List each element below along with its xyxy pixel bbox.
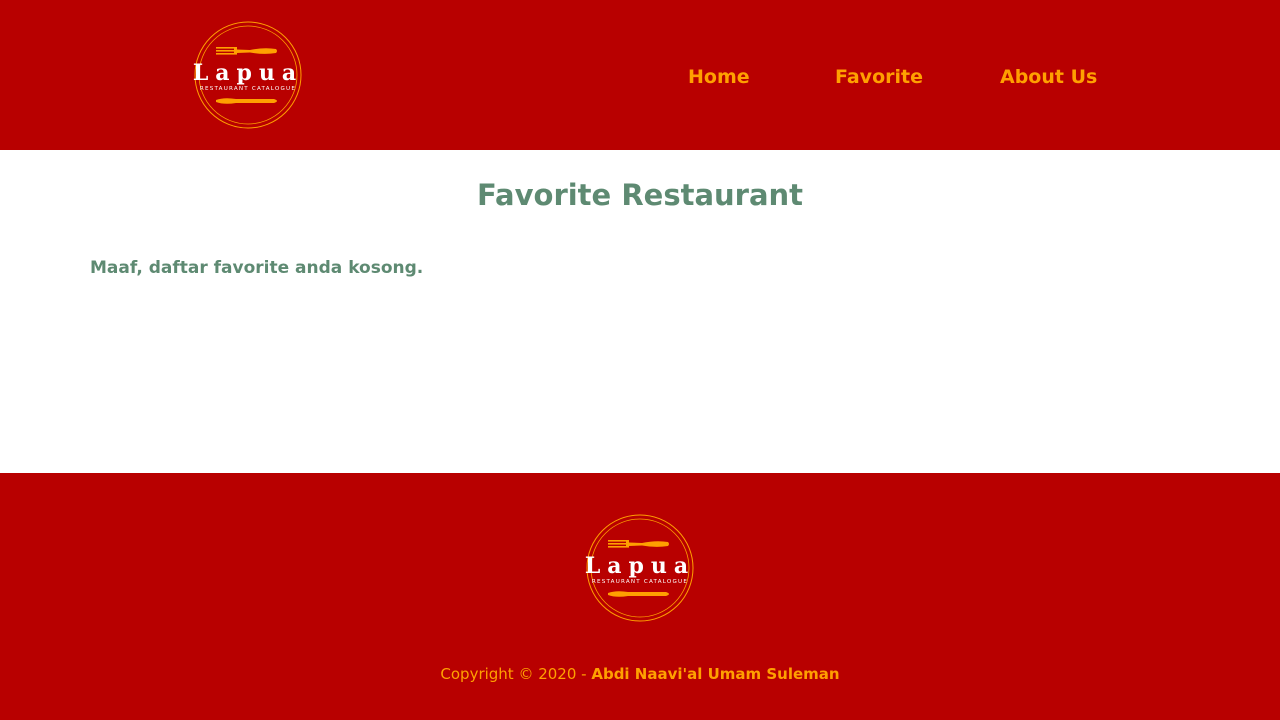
nav-home-link[interactable]: Home	[688, 64, 750, 90]
page-title: Favorite Restaurant	[476, 178, 804, 212]
footer-logo-title: Lapua	[585, 553, 695, 579]
main-content: Favorite Restaurant Maaf, daftar favorit…	[0, 150, 1280, 473]
copyright-text: Copyright © 2020 - Abdi Naavi'al Umam Su…	[0, 663, 1280, 685]
copyright-prefix: Copyright © 2020 -	[440, 665, 592, 683]
empty-favorites-message: Maaf, daftar favorite anda kosong.	[90, 258, 424, 278]
footer-logo-emblem: Lapua RESTAURANT CATALOGUE	[585, 514, 695, 622]
main-nav: Home Favorite About Us	[0, 0, 1280, 150]
nav-about-link[interactable]: About Us	[1000, 64, 1097, 90]
knife-icon	[608, 591, 669, 597]
footer-logo: Lapua RESTAURANT CATALOGUE	[582, 513, 698, 623]
fork-icon	[608, 540, 669, 548]
copyright-author: Abdi Naavi'al Umam Suleman	[591, 665, 840, 683]
app-footer: Lapua RESTAURANT CATALOGUE Copyright © 2…	[0, 473, 1280, 720]
footer-logo-subtitle: RESTAURANT CATALOGUE	[592, 579, 688, 585]
nav-favorite-link[interactable]: Favorite	[835, 64, 923, 90]
app-header: Lapua RESTAURANT CATALOGUE Home Favorite…	[0, 0, 1280, 150]
